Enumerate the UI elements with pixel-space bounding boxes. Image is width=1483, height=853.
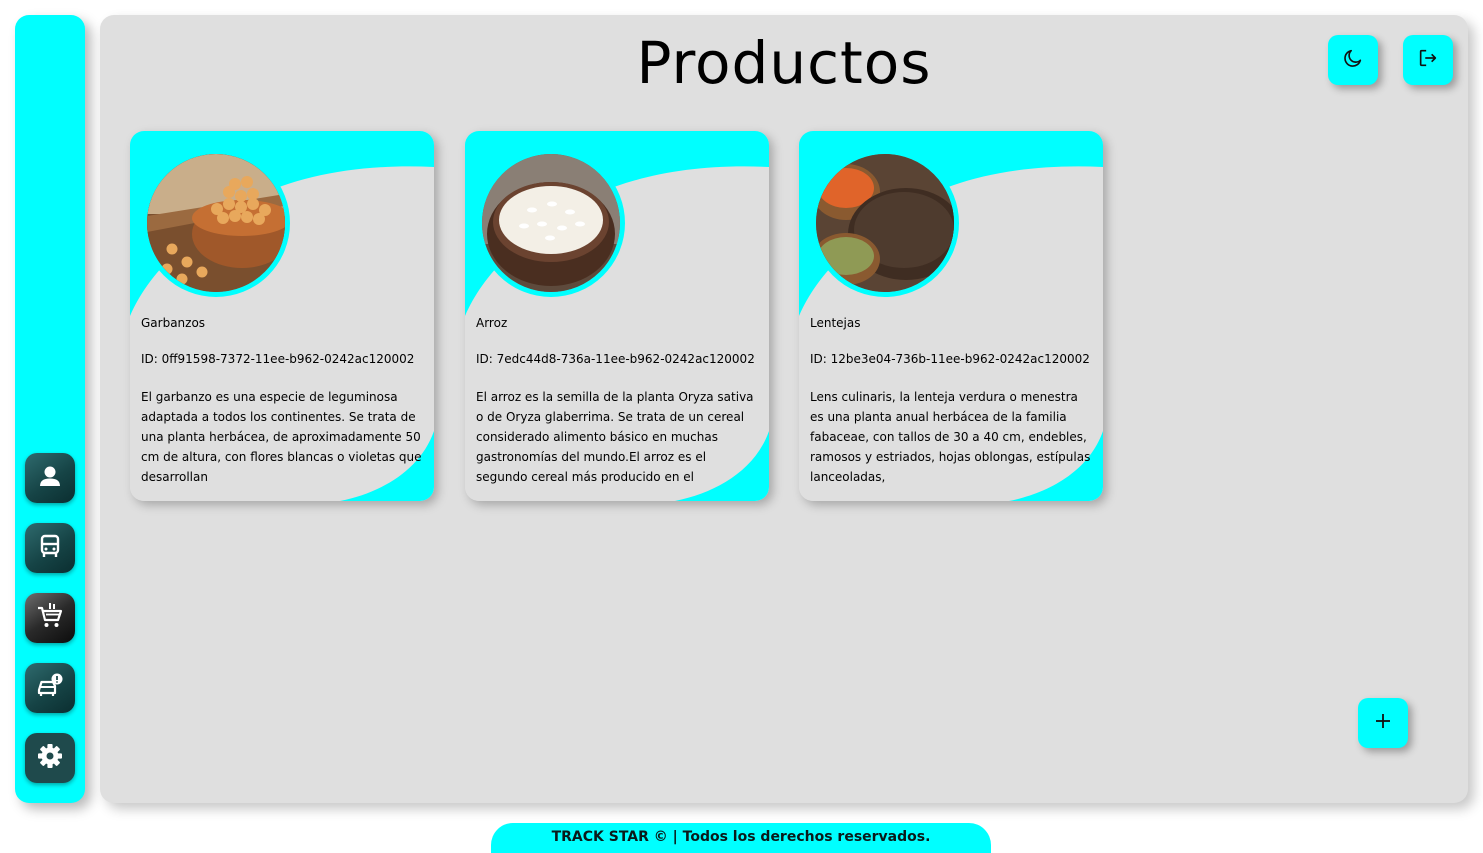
product-description: El arroz es la semilla de la planta Oryz…	[476, 390, 754, 484]
logout-button[interactable]	[1403, 35, 1453, 85]
logout-icon	[1417, 47, 1439, 73]
product-card[interactable]: Lentejas ID: 12be3e04-736b-11ee-b962-024…	[799, 131, 1103, 501]
product-name: Garbanzos	[141, 316, 206, 330]
product-description: Lens culinaris, la lenteja verdura o men…	[810, 390, 1091, 484]
user-icon	[35, 461, 65, 495]
add-product-button[interactable]	[1358, 698, 1408, 748]
product-image-chickpeas	[142, 149, 290, 297]
product-id: ID: 0ff91598-7372-11ee-b962-0242ac120002	[141, 352, 415, 366]
sidebar-item-cart[interactable]	[25, 593, 75, 643]
moon-icon	[1342, 47, 1364, 73]
footer-text: TRACK STAR © | Todos los derechos reserv…	[551, 829, 931, 845]
page-title: Productos	[636, 29, 932, 97]
product-card[interactable]: Arroz ID: 7edc44d8-736a-11ee-b962-0242ac…	[465, 131, 769, 501]
main-panel: Productos Garbanzos ID: 0ff91598-7372-11…	[100, 15, 1468, 803]
sidebar-item-user[interactable]	[25, 453, 75, 503]
sidebar-item-transport[interactable]	[25, 523, 75, 573]
product-name: Lentejas	[810, 316, 861, 330]
sidebar-item-settings[interactable]	[25, 733, 75, 783]
product-card[interactable]: Garbanzos ID: 0ff91598-7372-11ee-b962-02…	[130, 131, 434, 501]
product-id: ID: 12be3e04-736b-11ee-b962-0242ac120002	[810, 352, 1090, 366]
sidebar-item-vehicle-alert[interactable]	[25, 663, 75, 713]
cart-icon	[34, 600, 66, 636]
product-id: ID: 7edc44d8-736a-11ee-b962-0242ac120002	[476, 352, 755, 366]
footer: TRACK STAR © | Todos los derechos reserv…	[491, 823, 991, 853]
product-image-rice	[477, 149, 625, 297]
product-description: El garbanzo es una especie de leguminosa…	[141, 390, 422, 484]
truck-icon	[35, 531, 65, 565]
product-image-lentils	[811, 149, 959, 297]
sidebar	[15, 15, 85, 803]
product-name: Arroz	[476, 316, 508, 330]
theme-toggle-button[interactable]	[1328, 35, 1378, 85]
gear-icon	[35, 741, 65, 775]
plus-icon	[1374, 712, 1392, 734]
car-alert-icon	[34, 670, 66, 706]
